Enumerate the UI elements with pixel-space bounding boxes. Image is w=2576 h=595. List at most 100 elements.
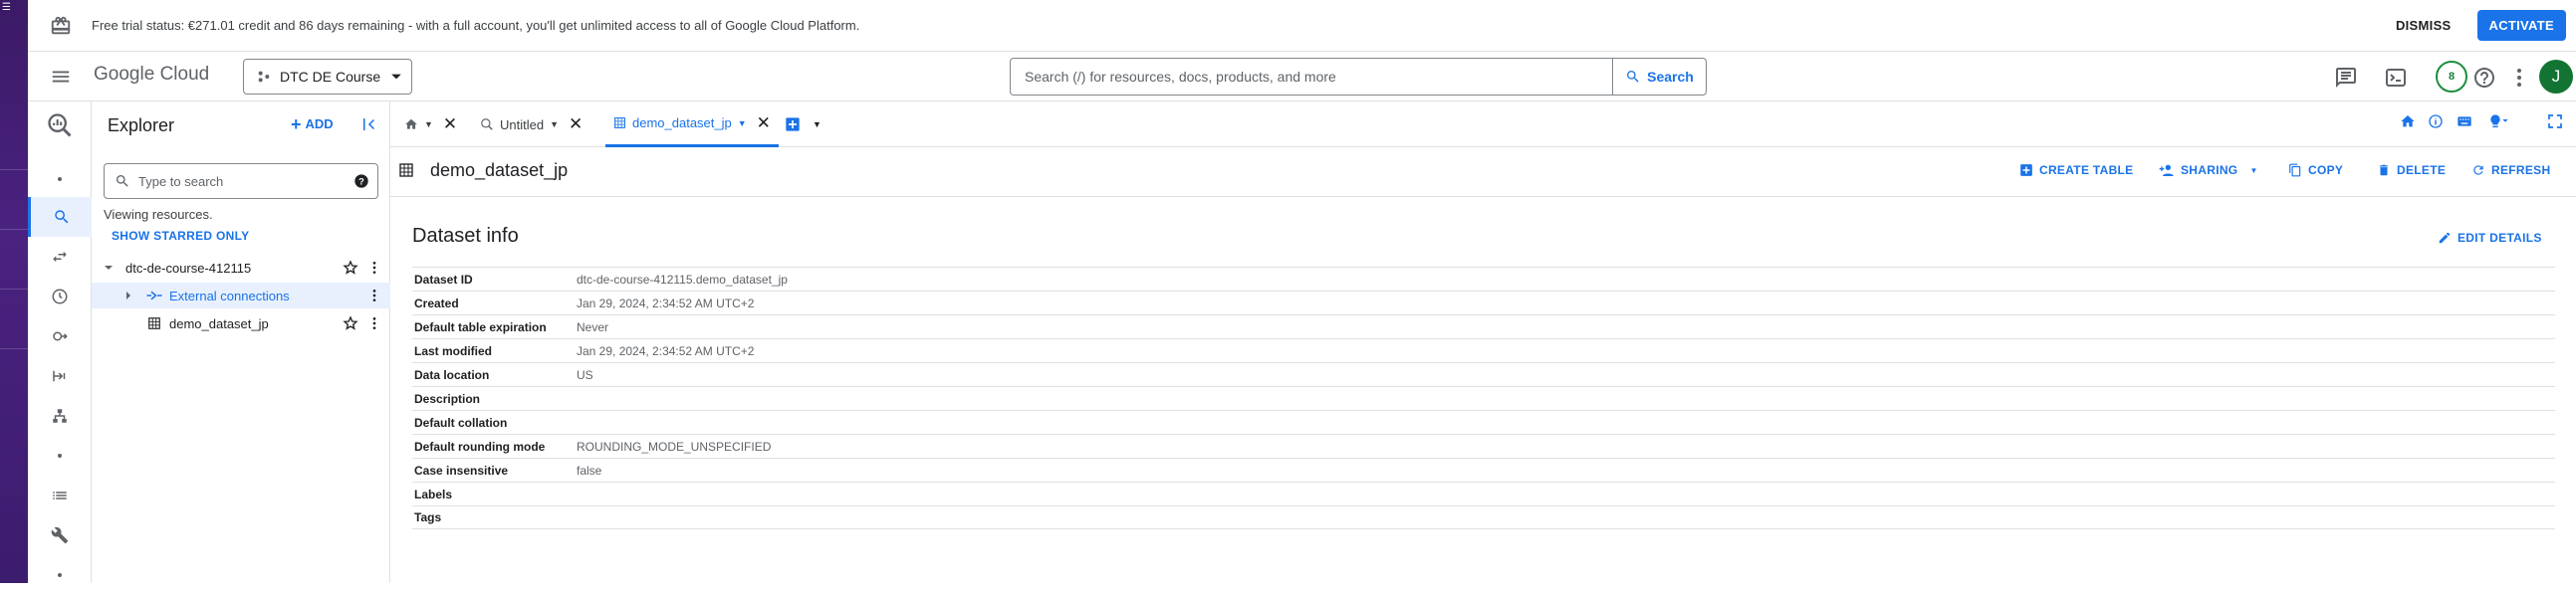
left-background-strip: ☰ [0, 0, 28, 583]
tree-dataset-row[interactable]: demo_dataset_jp [92, 310, 390, 336]
viewing-resources-text: Viewing resources. [104, 207, 213, 222]
info-icon[interactable] [2428, 113, 2444, 129]
close-icon[interactable]: ✕ [443, 114, 457, 134]
search-button[interactable]: Search [1612, 58, 1707, 96]
delete-button[interactable]: DELETE [2377, 163, 2446, 177]
cloud-shell-icon[interactable] [2384, 66, 2408, 90]
info-value: ROUNDING_MODE_UNSPECIFIED [577, 439, 772, 454]
info-row: Default collation [412, 410, 2555, 434]
rail-analytics-hub-icon[interactable] [28, 316, 92, 356]
info-key: Labels [414, 487, 453, 501]
tab-dataset-label: demo_dataset_jp [632, 115, 732, 130]
tab-home[interactable]: ▼ ✕ [404, 101, 457, 147]
gift-icon [50, 15, 72, 37]
info-row: Dataset ID dtc-de-course-412115.demo_data… [412, 267, 2555, 291]
delete-label: DELETE [2397, 163, 2447, 177]
activate-button[interactable]: ACTIVATE [2476, 10, 2566, 41]
info-value: Never [577, 319, 609, 334]
new-tab-caret-icon[interactable]: ▼ [813, 119, 821, 129]
expand-right-icon[interactable] [123, 291, 137, 300]
tab-caret-icon[interactable]: ▼ [424, 119, 433, 129]
info-key: Description [414, 391, 481, 406]
collapse-panel-icon[interactable] [360, 115, 378, 133]
rail-dataflow-icon[interactable] [28, 356, 92, 396]
info-row: Labels [412, 482, 2555, 505]
sharing-button[interactable]: SHARING ▼ [2159, 163, 2258, 177]
more-vert-icon[interactable] [366, 260, 382, 276]
expand-down-icon[interactable] [104, 263, 117, 273]
tab-caret-icon[interactable]: ▼ [550, 119, 559, 129]
info-key: Last modified [414, 343, 493, 358]
rail-transfers-icon[interactable] [28, 237, 92, 277]
copy-icon [2288, 163, 2302, 177]
project-name: DTC DE Course [280, 69, 381, 85]
main-menu-icon[interactable] [50, 66, 72, 88]
rail-dot-icon-3 [28, 555, 92, 595]
more-vert-icon[interactable] [366, 315, 382, 331]
create-table-button[interactable]: CREATE TABLE [2019, 163, 2134, 177]
avatar[interactable]: J [2539, 60, 2573, 94]
rail-scheduled-icon[interactable] [28, 277, 92, 316]
explorer-search-input[interactable]: Type to search ? [104, 163, 378, 199]
close-icon[interactable]: ✕ [757, 113, 771, 133]
info-value: dtc-de-course-412115.demo_dataset_jp [577, 272, 788, 287]
tab-caret-icon[interactable]: ▼ [738, 118, 747, 128]
edit-details-button[interactable]: EDIT DETAILS [2438, 231, 2542, 245]
search-placeholder: Search (/) for resources, docs, products… [1025, 69, 1336, 85]
rail-wrench-icon[interactable] [28, 515, 92, 555]
google-cloud-logo[interactable]: Google Cloud [94, 64, 209, 86]
sharing-label: SHARING [2181, 163, 2238, 177]
edit-details-label: EDIT DETAILS [2458, 231, 2542, 245]
info-row: Description [412, 386, 2555, 410]
lightbulb-icon[interactable] [2487, 113, 2511, 129]
show-starred-only-button[interactable]: SHOW STARRED ONLY [112, 229, 249, 243]
create-table-label: CREATE TABLE [2039, 163, 2134, 177]
refresh-icon [2471, 163, 2485, 177]
rail-dot-icon-2 [28, 436, 92, 476]
svg-text:?: ? [358, 176, 364, 186]
search-input[interactable]: Search (/) for resources, docs, products… [1010, 58, 1613, 96]
more-vert-icon[interactable] [2507, 66, 2531, 90]
fullscreen-icon[interactable] [2547, 113, 2563, 129]
dataset-icon [613, 116, 626, 129]
rail-hierarchy-icon[interactable] [28, 396, 92, 436]
new-tab-button[interactable]: ▼ [785, 101, 821, 147]
more-vert-icon[interactable] [366, 288, 382, 303]
tab-untitled[interactable]: Untitled ▼ ✕ [480, 101, 583, 147]
info-value: false [577, 463, 602, 478]
add-box-icon [2019, 163, 2033, 177]
notification-count-badge[interactable]: 8 [2436, 61, 2467, 93]
help-icon[interactable] [2472, 66, 2496, 90]
tab-demo-dataset[interactable]: demo_dataset_jp ▼ ✕ [605, 101, 779, 147]
star-icon[interactable] [343, 260, 358, 276]
rail-dot-icon [28, 159, 92, 199]
dataset-title: demo_dataset_jp [430, 160, 569, 180]
bigquery-logo-icon[interactable] [28, 105, 92, 145]
star-icon[interactable] [343, 315, 358, 331]
rail-list-icon[interactable] [28, 476, 92, 515]
info-row: Created Jan 29, 2024, 2:34:52 AM UTC+2 [412, 291, 2555, 314]
home-icon[interactable] [2400, 113, 2416, 129]
dataset-label: demo_dataset_jp [169, 315, 269, 331]
add-label: ADD [305, 116, 334, 131]
refresh-button[interactable]: REFRESH [2471, 163, 2550, 177]
add-button[interactable]: + ADD [291, 115, 334, 133]
chevron-down-icon: ▼ [2249, 165, 2258, 175]
free-trial-banner: Free trial status: €271.01 credit and 86… [28, 0, 2576, 52]
tree-project-row[interactable]: dtc-de-course-412115 [92, 255, 390, 281]
notifications-feed-icon[interactable] [2334, 66, 2358, 90]
info-key: Dataset ID [414, 272, 473, 287]
explorer-search-placeholder: Type to search [138, 173, 224, 189]
pencil-icon [2438, 231, 2452, 245]
rail-explorer-search-icon[interactable] [28, 197, 92, 237]
copy-button[interactable]: COPY [2288, 163, 2343, 177]
info-key: Tags [414, 510, 442, 524]
tree-external-connections-row[interactable]: External connections [92, 283, 390, 308]
project-selector[interactable]: DTC DE Course [243, 59, 412, 95]
query-icon [480, 117, 494, 131]
help-circle-icon[interactable]: ? [353, 173, 369, 189]
close-icon[interactable]: ✕ [569, 114, 583, 134]
dismiss-button[interactable]: DISMISS [2396, 18, 2452, 33]
keyboard-icon[interactable] [2456, 113, 2473, 129]
info-row: Default rounding mode ROUNDING_MODE_UNSPE… [412, 434, 2555, 458]
